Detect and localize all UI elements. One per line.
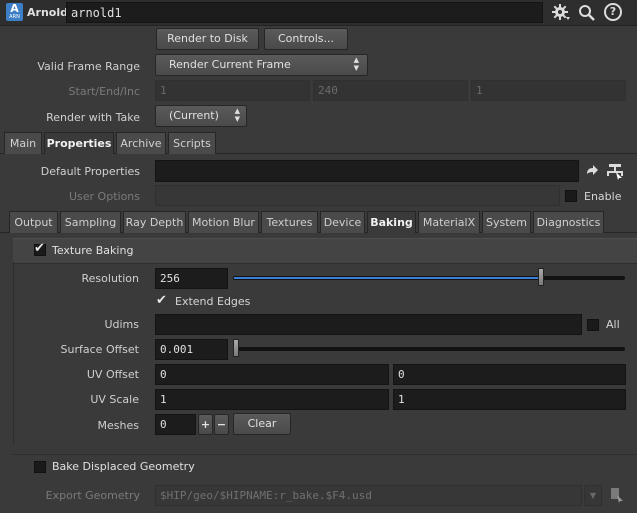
subtab-device[interactable]: Device <box>320 211 365 233</box>
uv-offset-u-field[interactable]: 0 <box>155 364 389 385</box>
subtab-system[interactable]: System <box>482 211 531 233</box>
valid-frame-range-label: Valid Frame Range <box>37 60 140 73</box>
subtab-motion-blur[interactable]: Motion Blur <box>188 211 259 233</box>
extend-edges-checkbox[interactable]: ✔ <box>156 294 167 307</box>
help-icon[interactable]: ? <box>604 3 622 21</box>
meshes-remove-button[interactable]: − <box>214 414 229 435</box>
node-name-field[interactable]: arnold1 <box>66 2 543 23</box>
surface-offset-label: Surface Offset <box>60 343 139 356</box>
surface-offset-field[interactable]: 0.001 <box>155 339 228 360</box>
tab-scripts[interactable]: Scripts <box>168 132 216 154</box>
subtab-textures[interactable]: Textures <box>261 211 318 233</box>
valid-frame-range-value: Render Current Frame <box>169 58 291 71</box>
uv-offset-label: UV Offset <box>86 368 139 381</box>
udims-field[interactable] <box>155 314 582 335</box>
tab-archive[interactable]: Archive <box>116 132 166 154</box>
udims-label: Udims <box>104 318 139 331</box>
user-options-enable-checkbox[interactable] <box>565 190 577 202</box>
render-to-disk-button[interactable]: Render to Disk <box>156 28 259 50</box>
resolution-slider-handle[interactable] <box>537 268 544 286</box>
subtab-ray-depth[interactable]: Ray Depth <box>123 211 186 233</box>
uv-scale-v-field[interactable]: 1 <box>393 389 626 410</box>
resolution-label: Resolution <box>81 272 139 285</box>
user-options-field[interactable] <box>155 185 560 206</box>
resolution-field[interactable]: 256 <box>155 268 228 289</box>
uv-scale-u-field[interactable]: 1 <box>155 389 389 410</box>
arnold-node-icon: A ARN <box>6 3 23 21</box>
start-end-inc-label: Start/End/Inc <box>68 85 140 98</box>
updown-arrows-icon: ▲ ▼ <box>353 56 359 72</box>
texture-baking-label: Texture Baking <box>52 244 134 257</box>
render-with-take-menu[interactable]: (Current) ▲ ▼ <box>155 105 247 127</box>
uv-scale-label: UV Scale <box>90 393 139 406</box>
resolution-slider-fill <box>234 277 538 279</box>
meshes-label: Meshes <box>97 419 139 432</box>
export-geometry-field[interactable]: $HIP/geo/$HIPNAME:r_bake.$F4.usd <box>155 485 582 506</box>
subtab-diagnostics[interactable]: Diagnostics <box>533 211 604 233</box>
extend-edges-label: Extend Edges <box>175 295 251 308</box>
render-with-take-value: (Current) <box>169 109 219 122</box>
surface-offset-slider-handle[interactable] <box>233 339 239 357</box>
gear-icon[interactable] <box>552 3 570 21</box>
controls-button[interactable]: Controls... <box>264 28 348 50</box>
jump-arrow-icon[interactable] <box>585 164 599 178</box>
meshes-add-button[interactable]: + <box>198 414 213 435</box>
file-chooser-icon[interactable] <box>609 487 625 503</box>
end-frame-field[interactable]: 240 <box>313 80 468 101</box>
tab-main[interactable]: Main <box>4 132 42 154</box>
search-icon[interactable] <box>578 4 595 21</box>
start-frame-field[interactable]: 1 <box>155 80 310 101</box>
subtab-baking[interactable]: Baking <box>367 211 416 233</box>
meshes-clear-button[interactable]: Clear <box>233 413 291 435</box>
node-type-label: Arnold <box>27 6 68 19</box>
default-properties-field[interactable] <box>155 160 579 182</box>
subtab-output[interactable]: Output <box>9 211 58 233</box>
uv-offset-v-field[interactable]: 0 <box>393 364 626 385</box>
inc-frame-field[interactable]: 1 <box>471 80 626 101</box>
valid-frame-range-menu[interactable]: Render Current Frame ▲ ▼ <box>155 54 368 76</box>
tab-properties[interactable]: Properties <box>44 132 114 154</box>
export-geometry-dropdown-icon[interactable]: ▼ <box>584 485 602 506</box>
subtab-materialx[interactable]: MaterialX <box>418 211 480 233</box>
surface-offset-slider-track[interactable] <box>233 347 625 351</box>
check-icon: ✔ <box>34 241 45 256</box>
subtab-sampling[interactable]: Sampling <box>60 211 121 233</box>
user-options-enable-label: Enable <box>584 190 622 203</box>
export-geometry-label: Export Geometry <box>45 489 140 502</box>
node-chooser-icon[interactable] <box>606 162 624 180</box>
render-with-take-label: Render with Take <box>46 111 140 124</box>
bake-displaced-label: Bake Displaced Geometry <box>52 460 195 473</box>
default-properties-label: Default Properties <box>40 165 140 178</box>
updown-arrows-icon: ▲ ▼ <box>234 107 240 123</box>
udims-all-checkbox[interactable] <box>587 319 599 331</box>
udims-all-label: All <box>606 318 620 331</box>
meshes-count-field[interactable]: 0 <box>155 414 196 435</box>
bake-displaced-checkbox[interactable] <box>34 461 46 473</box>
user-options-label: User Options <box>68 190 140 203</box>
